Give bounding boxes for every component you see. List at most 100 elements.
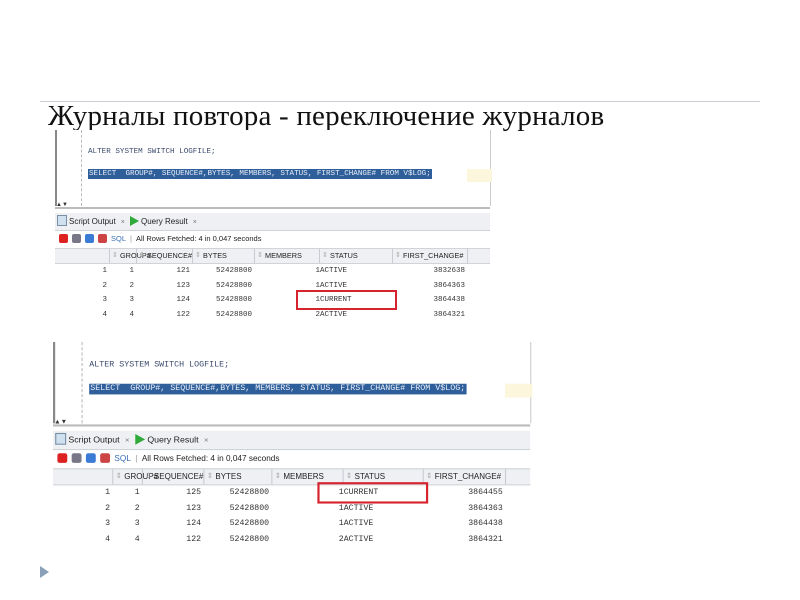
export-icon[interactable]: [98, 234, 107, 243]
splitter[interactable]: [53, 424, 531, 427]
grid-header-row: GROUP#SEQUENCE#BYTESMEMBERSSTATUSFIRST_C…: [53, 468, 531, 486]
row-number: 1: [102, 267, 107, 275]
tab-label: Query Result: [147, 435, 199, 445]
status-cell: ACTIVE: [343, 519, 374, 529]
close-tab-icon[interactable]: ×: [193, 219, 197, 226]
editor-gutter: [81, 130, 82, 206]
column-header[interactable]: FIRST_CHANGE#: [424, 469, 507, 485]
sequence-cell: 122: [186, 535, 202, 544]
group-cell: 4: [134, 535, 140, 544]
current-line-highlight: [467, 169, 492, 182]
group-cell: 2: [129, 281, 134, 290]
first-change-cell: 3864363: [468, 504, 503, 513]
close-tab-icon[interactable]: ×: [125, 437, 129, 444]
column-header[interactable]: MEMBERS: [255, 249, 320, 263]
status-cell: ACTIVE: [343, 504, 374, 513]
splitter-arrows-icon[interactable]: ▲▼: [56, 202, 68, 208]
group-cell: 3: [129, 296, 134, 304]
column-header[interactable]: SEQUENCE#: [137, 249, 193, 263]
row-number: 2: [105, 504, 111, 513]
row-number: 3: [102, 296, 107, 304]
first-change-cell: 3864438: [468, 519, 503, 529]
code-line-select: SELECT GROUP#, SEQUENCE#,BYTES, MEMBERS,…: [88, 169, 432, 179]
result-toolbar: SQL | All Rows Fetched: 4 in 0,047 seconds: [53, 450, 530, 466]
export-icon[interactable]: [100, 453, 111, 463]
table-row[interactable]: 1 1 121 52428800 1 ACTIVE 3832638: [55, 264, 490, 279]
query-result-icon: [130, 216, 139, 226]
sequence-cell: 121: [176, 267, 190, 275]
toolbar-divider: |: [135, 453, 138, 463]
sql-editor[interactable]: ALTER SYSTEM SWITCH LOGFILE; SELECT GROUP…: [55, 130, 492, 206]
group-cell: 1: [129, 267, 134, 275]
result-toolbar: SQL | All Rows Fetched: 4 in 0,047 seconds: [55, 231, 490, 246]
column-header[interactable]: BYTES: [193, 249, 255, 263]
table-row[interactable]: 1 1 125 52428800 1 CURRENT 3864455: [53, 482, 530, 504]
pin-icon[interactable]: [59, 234, 68, 243]
toolbar-divider: |: [130, 234, 132, 243]
refresh-icon[interactable]: [85, 234, 94, 243]
pin-icon[interactable]: [57, 453, 68, 463]
result-grid[interactable]: GROUP#SEQUENCE#BYTESMEMBERSSTATUSFIRST_C…: [55, 248, 490, 322]
column-header[interactable]: BYTES: [204, 469, 273, 485]
sequence-cell: 123: [186, 504, 202, 513]
query-result-icon: [135, 434, 146, 445]
members-cell: 1: [338, 519, 344, 529]
tab-label: Script Output: [68, 435, 120, 445]
column-header[interactable]: SEQUENCE#: [143, 469, 205, 485]
code-line-alter: ALTER SYSTEM SWITCH LOGFILE;: [89, 361, 230, 370]
sequence-cell: 125: [186, 488, 202, 498]
bytes-cell: 52428800: [215, 267, 252, 275]
first-change-cell: 3864363: [433, 281, 465, 290]
sql-editor[interactable]: ALTER SYSTEM SWITCH LOGFILE; SELECT GROUP…: [53, 342, 533, 424]
sql-button[interactable]: SQL: [114, 453, 130, 463]
table-row[interactable]: 2 2 123 52428800 1 ACTIVE 3864363: [53, 501, 530, 517]
table-row[interactable]: 4 4 122 52428800 2 ACTIVE 3864321: [53, 532, 530, 548]
row-number: 2: [102, 281, 107, 290]
members-cell: 2: [315, 310, 320, 319]
close-tab-icon[interactable]: ×: [204, 437, 208, 444]
row-number: 1: [105, 488, 111, 498]
first-change-cell: 3864455: [468, 488, 503, 498]
group-cell: 2: [134, 504, 140, 513]
tab-query-result[interactable]: Query Result ×: [135, 432, 209, 448]
close-tab-icon[interactable]: ×: [121, 219, 125, 226]
tab-script-output[interactable]: Script Output ×: [55, 432, 130, 448]
print-icon[interactable]: [72, 234, 81, 243]
splitter-arrows-icon[interactable]: ▲▼: [54, 419, 67, 425]
print-icon[interactable]: [71, 453, 82, 463]
column-header[interactable]: GROUP#: [113, 469, 158, 485]
tab-label: Query Result: [141, 217, 188, 226]
row-number-header: [53, 469, 114, 485]
sql-developer-screenshot-before: ALTER SYSTEM SWITCH LOGFILE; SELECT GROUP…: [55, 130, 492, 325]
bytes-cell: 52428800: [229, 535, 270, 544]
table-row[interactable]: 4 4 122 52428800 2 ACTIVE 3864321: [55, 308, 490, 323]
table-row[interactable]: 3 3 124 52428800 1 ACTIVE 3864438: [53, 516, 530, 532]
row-number: 4: [102, 310, 107, 319]
tab-label: Script Output: [69, 217, 116, 226]
first-change-cell: 3864321: [433, 310, 465, 319]
status-cell: ACTIVE: [320, 310, 348, 319]
slide-title: Журналы повтора - переключение журналов: [48, 100, 605, 132]
script-output-icon: [55, 432, 67, 445]
column-header[interactable]: STATUS: [320, 249, 393, 263]
result-grid[interactable]: GROUP#SEQUENCE#BYTESMEMBERSSTATUSFIRST_C…: [53, 468, 531, 548]
refresh-icon[interactable]: [85, 453, 96, 463]
sql-button[interactable]: SQL: [111, 234, 126, 243]
tab-query-result[interactable]: Query Result ×: [130, 214, 197, 229]
result-tabs: Script Output × Query Result ×: [53, 430, 531, 451]
group-cell: 3: [134, 519, 140, 529]
members-cell: 1: [338, 504, 344, 513]
table-row[interactable]: 3 3 124 52428800 1 CURRENT 3864438: [55, 290, 490, 310]
sequence-cell: 122: [176, 310, 190, 319]
bytes-cell: 52428800: [229, 488, 270, 498]
column-header[interactable]: GROUP#: [110, 249, 151, 263]
result-tabs: Script Output × Query Result ×: [55, 213, 490, 231]
bytes-cell: 52428800: [215, 281, 252, 290]
column-header[interactable]: FIRST_CHANGE#: [393, 249, 468, 263]
bytes-cell: 52428800: [229, 519, 270, 529]
tab-script-output[interactable]: Script Output ×: [57, 214, 125, 229]
table-row[interactable]: 2 2 123 52428800 1 ACTIVE 3864363: [55, 279, 490, 294]
members-cell: 2: [338, 535, 344, 544]
editor-gutter: [81, 342, 83, 424]
splitter[interactable]: [55, 207, 490, 209]
